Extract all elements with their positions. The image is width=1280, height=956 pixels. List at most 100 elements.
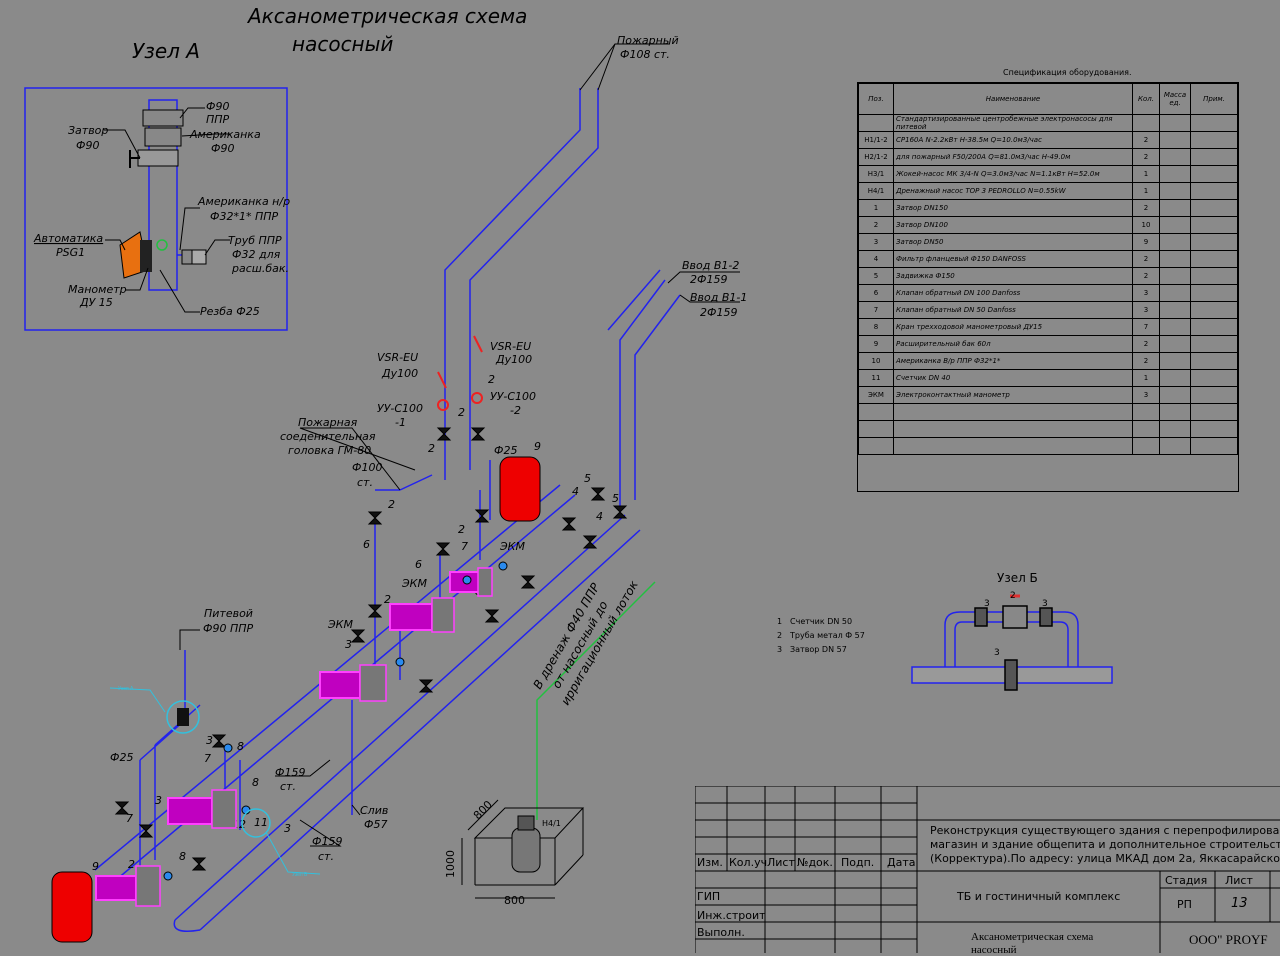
spec-row — [858, 420, 1238, 438]
spec-row: 4 Фильтр фланцевый Ф150 DANFOSS 2 — [858, 250, 1238, 268]
spec-cell-name: Затвор DN150 — [893, 199, 1133, 217]
spec-cell-qty: 1 — [1132, 182, 1160, 200]
spec-cell-mass — [1159, 420, 1191, 438]
node-a-label: PSG1 — [56, 246, 85, 259]
label-uu-left: УУ-С100 — [377, 402, 423, 415]
valve-icon — [612, 505, 628, 519]
legend-item: 2 — [777, 631, 782, 640]
label-f159: Ф159 — [275, 766, 305, 779]
spec-cell-qty: 2 — [1132, 148, 1160, 166]
spec-cell-mass — [1159, 386, 1191, 404]
stamp-rp: РП — [1177, 898, 1192, 911]
pump — [319, 664, 387, 702]
spec-cell-mass — [1159, 352, 1191, 370]
label-sliv-size: Ф57 — [364, 818, 387, 831]
stamp-company: ООО" PROYF — [1189, 932, 1268, 947]
meter-icon — [471, 392, 483, 404]
spec-cell-name: Затвор DN50 — [893, 233, 1133, 251]
valve-icon — [484, 609, 500, 623]
spec-cell-note — [1190, 131, 1238, 149]
legend-item: 1 — [777, 617, 782, 626]
spec-cell-note — [1190, 301, 1238, 319]
node-a-label: Ф32*1* ППР — [210, 210, 279, 223]
label-pozh-golovka: соеденительная — [280, 430, 376, 443]
label-ekm: ЭКМ — [401, 577, 427, 590]
spec-cell-name: Дренажный насос TOP 3 PEDROLLO N=0.55kW — [893, 182, 1133, 200]
spec-cell-note — [1190, 386, 1238, 404]
spec-cell-pos: 5 — [858, 267, 894, 285]
pump — [389, 597, 455, 633]
label-sliv: Слив — [360, 804, 388, 817]
gauge-icon — [498, 561, 508, 571]
spec-cell-qty: 3 — [1132, 284, 1160, 302]
spec-cell-qty: 10 — [1132, 216, 1160, 234]
spec-cell-pos: Н2/1-2 — [858, 148, 894, 166]
legend-item: Счетчик DN 50 — [790, 617, 852, 626]
spec-cell-name: Клапан обратный DN 100 Danfoss — [893, 284, 1133, 302]
spec-cell-mass — [1159, 301, 1191, 319]
spec-cell-name: Стандартизированные центробежные электро… — [893, 114, 1133, 132]
pos-label: 3 — [284, 822, 291, 835]
spec-cell-qty: 1 — [1132, 369, 1160, 387]
spec-row: 11 Счетчик DN 40 1 — [858, 369, 1238, 387]
label-uu-right: УУ-С100 — [490, 390, 536, 403]
spec-cell-note — [1190, 182, 1238, 200]
expansion-tank — [499, 456, 541, 522]
spec-cell-name — [893, 420, 1133, 438]
spec-cell-name: Фильтр фланцевый Ф150 DANFOSS — [893, 250, 1133, 268]
stamp-list: Лист — [767, 856, 795, 869]
spec-cell-mass — [1159, 403, 1191, 421]
spec-cell-mass — [1159, 148, 1191, 166]
valve-icon — [520, 575, 536, 589]
spec-cell-qty: 3 — [1132, 386, 1160, 404]
label-vsr-right: VSR-EU — [490, 340, 531, 353]
spec-cell-pos: Н3/1 — [858, 165, 894, 183]
spec-cell-mass — [1159, 267, 1191, 285]
spec-cell-mass — [1159, 233, 1191, 251]
spec-cell-pos: 2 — [858, 216, 894, 234]
node-a-label: Резба Ф25 — [200, 305, 260, 318]
spec-cell-mass — [1159, 369, 1191, 387]
spec-cell-mass — [1159, 199, 1191, 217]
pos-label: 4 — [572, 485, 579, 498]
spec-cell-name: Электроконтактный манометр — [893, 386, 1133, 404]
pos-label: 6 — [363, 538, 370, 551]
spec-cell-qty — [1132, 403, 1160, 421]
spec-cell-note — [1190, 352, 1238, 370]
valve-icon — [367, 604, 383, 618]
valve-icon — [470, 427, 486, 441]
spec-cell-mass — [1159, 114, 1191, 132]
pos-label: 3 — [155, 794, 162, 807]
spec-cell-qty: 2 — [1132, 250, 1160, 268]
spec-cell-mass — [1159, 437, 1191, 455]
spec-row — [858, 437, 1238, 455]
spec-cell-qty: 3 — [1132, 301, 1160, 319]
stamp-vypoln: Выполн. — [697, 926, 745, 939]
node-a-label: Манометр — [68, 283, 127, 296]
label-pozharny: Пожарный — [617, 34, 679, 47]
spec-row: 7 Клапан обратный DN 50 Danfoss 3 — [858, 301, 1238, 319]
gauge-icon — [223, 743, 233, 753]
pos-label: 5 — [584, 472, 591, 485]
title-block-text: Реконструкция существующего здания с пер… — [695, 786, 1280, 956]
stamp-inzh: Инж.строит — [697, 909, 766, 922]
spec-cell-mass — [1159, 318, 1191, 336]
stamp-kol: Кол.уч — [729, 856, 768, 869]
spec-cell-pos — [858, 420, 894, 438]
spec-cell-note — [1190, 250, 1238, 268]
pos-label: 8 — [252, 776, 259, 789]
stamp-list2: Лист — [1225, 874, 1253, 887]
spec-cell-pos: 10 — [858, 352, 894, 370]
node-b-title: Узел Б — [997, 571, 1038, 585]
label-pozharny-size: Ф108 ст. — [620, 48, 670, 61]
pos-label: 9 — [92, 860, 99, 873]
stamp-data: Дата — [887, 856, 916, 869]
gauge-icon — [395, 657, 405, 667]
dim-800: 800 — [471, 798, 495, 822]
pos-label: 5 — [612, 492, 619, 505]
label-vsr-left: VSR-EU — [377, 351, 418, 364]
pos-label: 11 — [254, 816, 268, 829]
spec-cell-mass — [1159, 182, 1191, 200]
meter-icon — [437, 399, 449, 411]
pos-label: 2 — [458, 406, 465, 419]
